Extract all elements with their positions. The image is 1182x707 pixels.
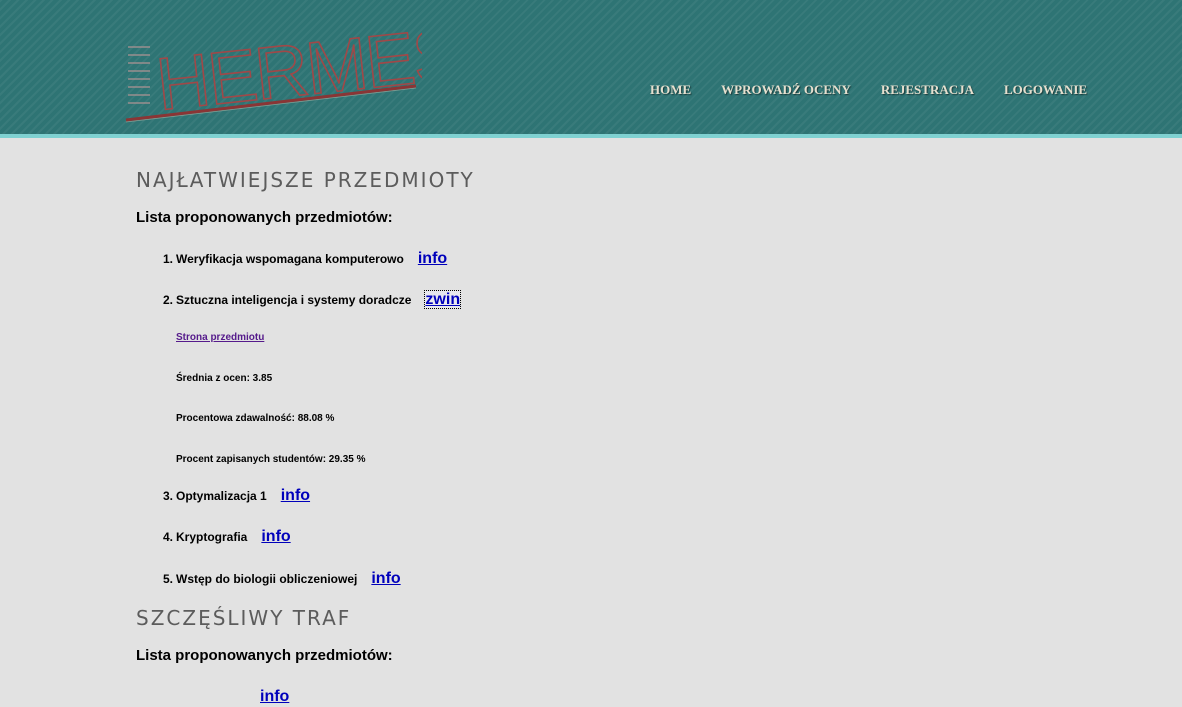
- subject-name-wrapper: Sztuczna inteligencja i systemy doradcze…: [176, 290, 462, 310]
- subject-number: 3.: [163, 489, 174, 503]
- logo-caduceus-icon: [128, 46, 150, 104]
- info-link[interactable]: info: [418, 250, 447, 267]
- subject-name-wrapper: Kryptografia info: [176, 527, 291, 547]
- site-header: HERMES HOME WPROWADŹ OCENY REJESTRACJA L…: [0, 0, 1182, 138]
- subject-item: 5. Wstęp do biologii obliczeniowej info: [136, 569, 836, 589]
- subject-name: Sztuczna inteligencja i systemy doradcze: [176, 293, 412, 307]
- nav-enter-grades[interactable]: WPROWADŹ OCENY: [706, 82, 866, 98]
- section-title-easiest: NAJŁATWIEJSZE PRZEDMIOTY: [136, 168, 475, 192]
- info-link[interactable]: info: [261, 528, 290, 545]
- list-heading: Lista proponowanych przedmiotów:: [136, 647, 393, 664]
- info-link[interactable]: info: [260, 688, 289, 705]
- subject-number: 2.: [163, 293, 174, 307]
- subject-name-wrapper: info: [246, 687, 289, 707]
- subject-list: info: [136, 687, 836, 707]
- info-link[interactable]: info: [281, 487, 310, 504]
- nav-home[interactable]: HOME: [635, 82, 706, 98]
- subject-item: 3. Optymalizacja 1 info: [136, 486, 836, 506]
- subject-name: Wstęp do biologii obliczeniowej: [176, 572, 358, 586]
- info-link[interactable]: info: [371, 570, 400, 587]
- subject-name-wrapper: Wstęp do biologii obliczeniowej info: [176, 569, 401, 589]
- subject-details: Strona przedmiotu Średnia z ocen: 3.85 P…: [136, 310, 836, 474]
- section-title-lucky-pick: SZCZĘŚLIWY TRAF: [136, 606, 352, 630]
- nav-registration[interactable]: REJESTRACJA: [866, 82, 989, 98]
- subject-name: Weryfikacja wspomagana komputerowo: [176, 252, 404, 266]
- list-heading: Lista proponowanych przedmiotów:: [136, 209, 393, 226]
- subject-item: 2. Sztuczna inteligencja i systemy dorad…: [136, 290, 836, 310]
- subject-list: 1. Weryfikacja wspomagana komputerowo inf…: [136, 249, 836, 589]
- detail-pass-rate: Procentowa zdawalność: 88.08 %: [176, 413, 335, 424]
- subject-number: 1.: [163, 252, 174, 266]
- detail-link-row: Strona przedmiotu: [176, 332, 264, 343]
- subject-item: info: [136, 687, 836, 707]
- hermes-logo[interactable]: HERMES: [122, 10, 422, 128]
- subject-number: 4.: [163, 530, 174, 544]
- subject-name: Optymalizacja 1: [176, 489, 267, 503]
- subject-number: 5.: [163, 572, 174, 586]
- nav-login[interactable]: LOGOWANIE: [989, 82, 1102, 98]
- logo-text: HERMES: [153, 11, 422, 125]
- main-content: NAJŁATWIEJSZE PRZEDMIOTY Lista proponowa…: [136, 168, 836, 707]
- subject-name: Kryptografia: [176, 530, 248, 544]
- detail-enrolled: Procent zapisanych studentów: 29.35 %: [176, 454, 366, 465]
- subject-item: 1. Weryfikacja wspomagana komputerowo inf…: [136, 249, 836, 269]
- collapse-link[interactable]: zwin: [424, 290, 462, 309]
- subject-name-wrapper: Optymalizacja 1 info: [176, 486, 310, 506]
- main-nav: HOME WPROWADŹ OCENY REJESTRACJA LOGOWANI…: [635, 82, 1102, 98]
- subject-item: 4. Kryptografia info: [136, 527, 836, 547]
- subject-name-wrapper: Weryfikacja wspomagana komputerowo info: [176, 249, 447, 269]
- subject-page-link[interactable]: Strona przedmiotu: [176, 332, 264, 343]
- detail-average: Średnia z ocen: 3.85: [176, 373, 273, 384]
